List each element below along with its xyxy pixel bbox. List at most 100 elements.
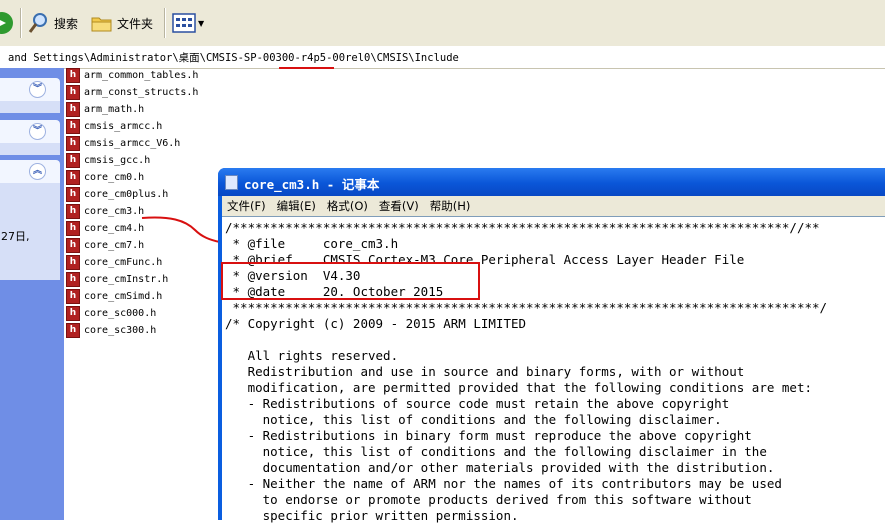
menu-item[interactable]: 格式(O)	[327, 198, 368, 214]
file-item[interactable]: h cmsis_gcc.h	[66, 152, 150, 169]
header-file-icon: h	[66, 119, 80, 134]
file-item[interactable]: h core_cm3.h	[66, 203, 144, 220]
file-item[interactable]: h core_cm0.h	[66, 169, 144, 186]
folders-button[interactable]: 文件夹	[90, 9, 153, 37]
search-label: 搜索	[54, 16, 79, 31]
address-bar[interactable]: and Settings\Administrator\桌面\CMSIS-SP-0…	[0, 46, 885, 69]
views-dropdown-icon[interactable]: ▼	[198, 19, 204, 28]
code-line: Redistribution and use in source and bin…	[225, 364, 745, 379]
file-item[interactable]: h arm_math.h	[66, 101, 144, 118]
file-item[interactable]: h cmsis_armcc.h	[66, 118, 162, 135]
task-pane-section-body	[0, 143, 60, 155]
file-item[interactable]: h core_sc000.h	[66, 305, 156, 322]
task-pane-section-header[interactable]: ︾	[0, 120, 60, 143]
header-file-icon: h	[66, 136, 80, 151]
folder-icon	[91, 17, 112, 32]
notepad-title: core_cm3.h - 记事本	[244, 177, 380, 192]
notepad-window[interactable]: core_cm3.h - 记事本 文件(F) 编辑(E) 格式(O) 查看(V) 帮助(…	[218, 168, 885, 523]
file-item[interactable]: h arm_common_tables.h	[66, 67, 198, 84]
version-annotation-box	[221, 262, 480, 300]
task-pane-section-header[interactable]: ︾	[0, 78, 60, 101]
views-button[interactable]: ▼	[172, 9, 204, 37]
file-item[interactable]: h core_cmSimd.h	[66, 288, 162, 305]
file-item[interactable]: h core_cm0plus.h	[66, 186, 168, 203]
folders-label: 文件夹	[117, 16, 154, 31]
header-file-icon: h	[66, 85, 80, 100]
chevron-up-icon[interactable]: ︽	[29, 163, 46, 180]
file-name: core_cmSimd.h	[84, 291, 163, 302]
address-path[interactable]: and Settings\Administrator\桌面\CMSIS-SP-0…	[8, 50, 459, 65]
file-name: arm_const_structs.h	[84, 87, 199, 98]
explorer-toolbar: 搜索 文件夹 ▼	[0, 0, 885, 47]
header-file-icon: h	[66, 272, 80, 287]
file-name: cmsis_gcc.h	[84, 155, 151, 166]
file-name: core_sc000.h	[84, 308, 157, 319]
header-file-icon: h	[66, 238, 80, 253]
menu-item[interactable]: 编辑(E)	[277, 198, 316, 214]
code-line: notice, this list of conditions and the …	[225, 444, 767, 459]
file-name: core_cm0.h	[84, 172, 145, 183]
menu-item[interactable]: 查看(V)	[379, 198, 419, 214]
file-item[interactable]: h arm_const_structs.h	[66, 84, 198, 101]
file-name: arm_math.h	[84, 104, 145, 115]
file-name: cmsis_armcc.h	[84, 121, 163, 132]
code-line: modification, are permitted provided tha…	[225, 380, 812, 395]
details-date-fragment: 27日,	[1, 230, 30, 243]
task-pane-details-body: 27日,	[0, 183, 60, 280]
file-item[interactable]: h core_sc300.h	[66, 322, 156, 339]
file-item[interactable]: h core_cmFunc.h	[66, 254, 162, 271]
file-name: arm_common_tables.h	[84, 70, 199, 81]
notepad-menu-bar: 文件(F) 编辑(E) 格式(O) 查看(V) 帮助(H)	[222, 196, 885, 216]
header-file-icon: h	[66, 187, 80, 202]
header-file-icon: h	[66, 289, 80, 304]
code-line: * @file core_cm3.h	[225, 236, 399, 251]
notepad-icon	[225, 175, 238, 190]
code-line: - Redistributions in binary form must re…	[225, 428, 752, 443]
header-file-icon: h	[66, 68, 80, 83]
file-item[interactable]: h cmsis_armcc_V6.h	[66, 135, 180, 152]
annotation-connector	[141, 216, 221, 243]
toolbar-separator	[164, 8, 166, 38]
file-name: core_cmFunc.h	[84, 257, 163, 268]
code-line: All rights reserved.	[225, 348, 399, 363]
code-line: /***************************************…	[225, 220, 820, 235]
code-line: - Neither the name of ARM nor the names …	[225, 476, 782, 491]
notepad-title-bar[interactable]: core_cm3.h - 记事本	[218, 168, 885, 196]
file-name: core_sc300.h	[84, 325, 157, 336]
file-name: core_cm4.h	[84, 223, 145, 234]
header-file-icon: h	[66, 204, 80, 219]
file-name: core_cm3.h	[84, 206, 145, 217]
code-line: specific prior written permission.	[225, 508, 519, 523]
file-item[interactable]: h core_cm7.h	[66, 237, 144, 254]
header-file-icon: h	[66, 170, 80, 185]
header-file-icon: h	[66, 306, 80, 321]
menu-item[interactable]: 文件(F)	[227, 198, 266, 214]
header-file-icon: h	[66, 255, 80, 270]
search-button[interactable]: 搜索	[27, 9, 78, 37]
chevron-down-icon[interactable]: ︾	[29, 81, 46, 98]
file-name: core_cm0plus.h	[84, 189, 169, 200]
file-name: core_cmInstr.h	[84, 274, 169, 285]
task-pane: ︾ ︾ ︽ 27日,	[0, 68, 64, 520]
header-file-icon: h	[66, 153, 80, 168]
menu-item[interactable]: 帮助(H)	[430, 198, 471, 214]
file-name: core_cm7.h	[84, 240, 145, 251]
forward-button[interactable]	[0, 9, 14, 37]
file-name: cmsis_armcc_V6.h	[84, 138, 181, 149]
code-line: notice, this list of conditions and the …	[225, 412, 722, 427]
toolbar-separator	[20, 8, 22, 38]
code-line: to endorse or promote products derived f…	[225, 492, 752, 507]
task-pane-section-header[interactable]: ︽	[0, 160, 60, 183]
task-pane-section-body	[0, 101, 60, 113]
search-icon	[28, 13, 47, 33]
file-item[interactable]: h core_cmInstr.h	[66, 271, 168, 288]
code-line: - Redistributions of source code must re…	[225, 396, 730, 411]
code-line: documentation and/or other materials pro…	[225, 460, 775, 475]
chevron-down-icon[interactable]: ︾	[29, 123, 46, 140]
forward-arrow-icon	[0, 12, 13, 34]
views-icon	[172, 13, 196, 33]
header-file-icon: h	[66, 323, 80, 338]
code-line: ****************************************…	[225, 300, 828, 315]
header-file-icon: h	[66, 221, 80, 236]
file-item[interactable]: h core_cm4.h	[66, 220, 144, 237]
